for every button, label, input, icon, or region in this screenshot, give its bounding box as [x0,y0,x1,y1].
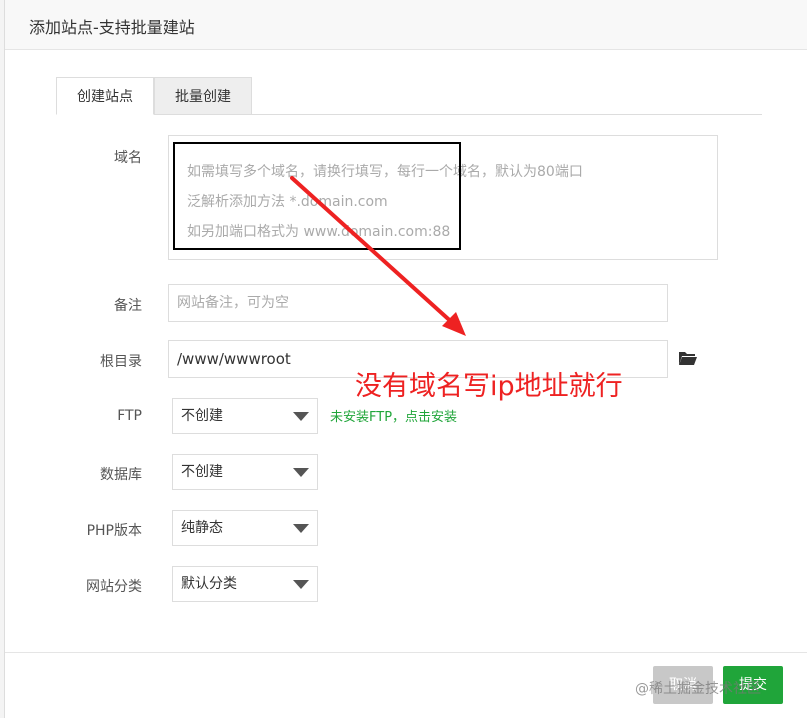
annotation-arrow-icon [290,176,466,336]
